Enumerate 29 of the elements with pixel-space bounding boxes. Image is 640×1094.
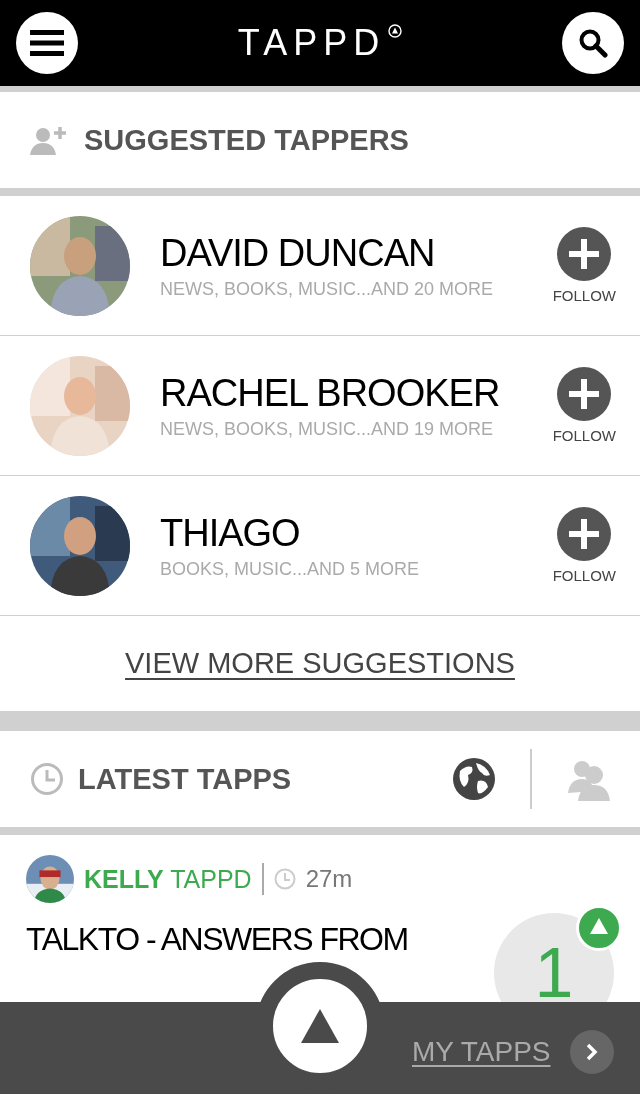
globe-tab[interactable] — [452, 757, 496, 801]
triangle-icon — [301, 1009, 339, 1043]
section-title: LATEST TAPPS — [78, 762, 292, 796]
follow-button[interactable]: FOLLOW — [552, 367, 616, 444]
plus-icon — [557, 367, 612, 421]
chevron-icon — [586, 1043, 598, 1061]
interests-text: NEWS, BOOKS, MUSIC...AND 19 MORE — [160, 418, 495, 440]
follow-button[interactable]: FOLLOW — [552, 227, 616, 304]
post-title[interactable]: TALKTO - ANSWERS FROM — [26, 921, 408, 957]
section-title: SUGGESTED TAPPERS — [84, 123, 409, 157]
search-icon — [578, 28, 608, 58]
post-time: 27m — [305, 865, 353, 893]
registered-mark-icon — [388, 24, 403, 38]
clock-icon — [30, 762, 64, 796]
interests-text: NEWS, BOOKS, MUSIC...AND 20 MORE — [160, 278, 495, 300]
person-name[interactable]: DAVID DUNCAN — [160, 231, 553, 275]
upvote-icon[interactable] — [576, 905, 622, 951]
menu-icon — [30, 30, 64, 56]
person-name[interactable]: THIAGO — [160, 511, 553, 555]
app-logo: TAPPD — [237, 22, 386, 64]
plus-icon — [557, 227, 612, 281]
my-tapps-link[interactable]: MY TAPPS — [412, 1036, 551, 1068]
person-name[interactable]: RACHEL BROOKER — [160, 371, 553, 415]
clock-icon — [273, 868, 296, 890]
interests-text: BOOKS, MUSIC...AND 5 MORE — [160, 558, 421, 580]
add-person-icon — [30, 125, 68, 155]
plus-icon — [557, 507, 612, 561]
follow-button[interactable]: FOLLOW — [552, 507, 616, 584]
next-button[interactable] — [570, 1030, 614, 1074]
